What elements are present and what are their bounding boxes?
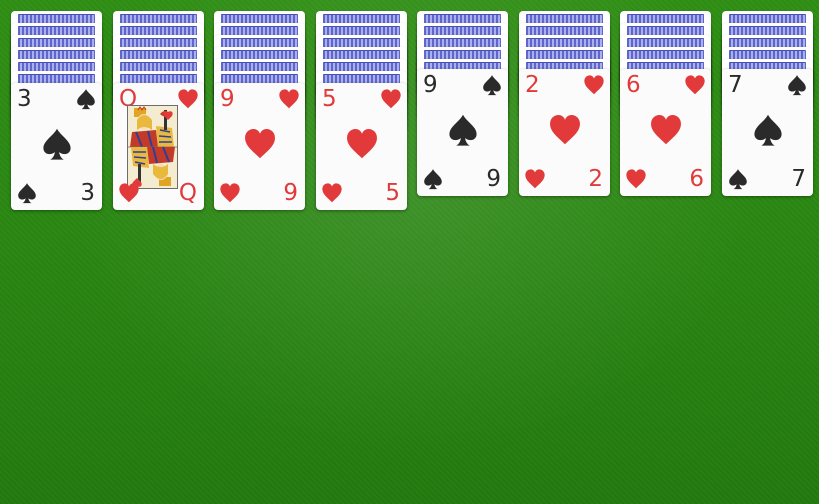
heart-icon (178, 89, 198, 109)
tableau-column-5[interactable]: 9 9 (417, 11, 508, 221)
spade-icon (43, 128, 71, 160)
heart-icon (119, 183, 139, 203)
spade-icon (449, 114, 477, 146)
heart-icon (525, 169, 545, 189)
card-rank: 9 (486, 166, 501, 192)
tableau-column-7[interactable]: 6 6 (620, 11, 711, 221)
card-9-of-spades[interactable]: 9 9 (417, 69, 508, 196)
card-rank: 3 (17, 86, 32, 112)
card-7-of-spades[interactable]: 7 7 (722, 69, 813, 196)
card-5-of-hearts[interactable]: 5 5 (316, 83, 407, 210)
spade-icon (77, 89, 95, 110)
spade-icon (788, 75, 806, 96)
card-rank: 6 (626, 72, 641, 98)
card-rank: 9 (283, 180, 298, 206)
heart-icon (322, 183, 342, 203)
heart-icon (220, 183, 240, 203)
heart-icon (550, 115, 580, 145)
heart-icon (651, 115, 681, 145)
game-table: 3 3 Q Q 9 9 5 5 9 9 2 2 6 6 7 7 (0, 0, 819, 504)
spade-icon (424, 169, 442, 190)
card-rank: 3 (80, 180, 95, 206)
tableau-column-8[interactable]: 7 7 (722, 11, 813, 221)
card-rank: 5 (385, 180, 400, 206)
card-rank: 9 (220, 86, 235, 112)
card-queen-of-hearts[interactable]: Q Q (113, 83, 204, 210)
heart-icon (685, 75, 705, 95)
tableau-column-4[interactable]: 5 5 (316, 11, 407, 221)
card-2-of-hearts[interactable]: 2 2 (519, 69, 610, 196)
heart-icon (584, 75, 604, 95)
queen-face-card-artwork-icon (127, 105, 178, 189)
card-rank: 2 (525, 72, 540, 98)
card-rank: 7 (728, 72, 743, 98)
heart-icon (279, 89, 299, 109)
tableau-column-6[interactable]: 2 2 (519, 11, 610, 221)
card-rank: 9 (423, 72, 438, 98)
heart-icon (381, 89, 401, 109)
heart-icon (245, 129, 275, 159)
spade-icon (729, 169, 747, 190)
spade-icon (754, 114, 782, 146)
card-rank: Q (178, 180, 197, 206)
tableau-column-2[interactable]: Q Q (113, 11, 204, 221)
card-rank: 7 (791, 166, 806, 192)
spade-icon (483, 75, 501, 96)
card-rank: 5 (322, 86, 337, 112)
card-rank: 2 (588, 166, 603, 192)
card-9-of-hearts[interactable]: 9 9 (214, 83, 305, 210)
card-rank: 6 (689, 166, 704, 192)
tableau-column-1[interactable]: 3 3 (11, 11, 102, 221)
tableau-column-3[interactable]: 9 9 (214, 11, 305, 221)
heart-icon (347, 129, 377, 159)
card-6-of-hearts[interactable]: 6 6 (620, 69, 711, 196)
card-3-of-spades[interactable]: 3 3 (11, 83, 102, 210)
spade-icon (18, 183, 36, 204)
heart-icon (626, 169, 646, 189)
